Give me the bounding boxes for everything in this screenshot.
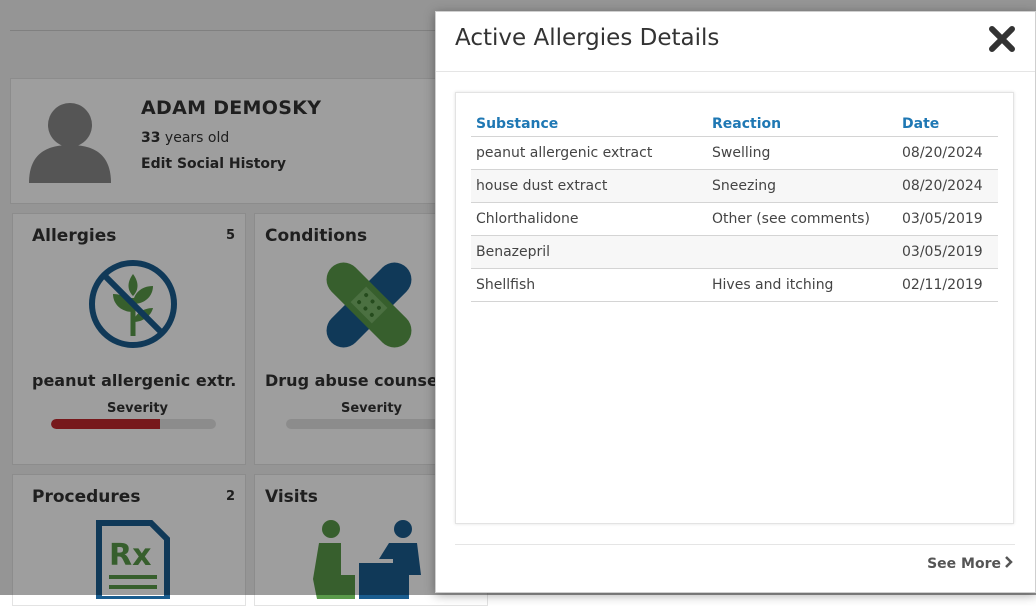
table-header-row: Substance Reaction Date	[471, 110, 998, 137]
column-header-date[interactable]: Date	[897, 110, 998, 137]
table-row[interactable]: Shellfish Hives and itching 02/11/2019	[471, 268, 998, 302]
cell-reaction: Hives and itching	[707, 268, 897, 302]
cell-substance: Shellfish	[471, 268, 707, 302]
modal-footer-divider	[455, 544, 1015, 545]
table-row[interactable]: Benazepril 03/05/2019	[471, 235, 998, 269]
table-row[interactable]: house dust extract Sneezing 08/20/2024	[471, 169, 998, 203]
cell-reaction: Other (see comments)	[707, 202, 897, 236]
table-row[interactable]: Chlorthalidone Other (see comments) 03/0…	[471, 202, 998, 236]
cell-reaction	[707, 235, 897, 269]
cell-substance: Benazepril	[471, 235, 707, 269]
cell-date: 08/20/2024	[897, 169, 998, 203]
cell-date: 02/11/2019	[897, 268, 998, 302]
modal-header: Active Allergies Details	[436, 12, 1035, 72]
allergies-table-panel: Substance Reaction Date peanut allergeni…	[455, 92, 1014, 524]
cell-substance: Chlorthalidone	[471, 202, 707, 236]
cell-substance: house dust extract	[471, 169, 707, 203]
column-header-substance[interactable]: Substance	[471, 110, 707, 137]
see-more-label: See More	[927, 556, 1001, 572]
cell-reaction: Swelling	[707, 136, 897, 170]
close-icon[interactable]	[987, 24, 1017, 54]
see-more-link[interactable]: See More	[927, 556, 1013, 572]
cell-date: 03/05/2019	[897, 235, 998, 269]
table-row[interactable]: peanut allergenic extract Swelling 08/20…	[471, 136, 998, 170]
allergies-table: Substance Reaction Date peanut allergeni…	[471, 110, 998, 302]
cell-reaction: Sneezing	[707, 169, 897, 203]
modal-title: Active Allergies Details	[455, 25, 720, 51]
column-header-reaction[interactable]: Reaction	[707, 110, 897, 137]
chevron-right-icon	[1005, 556, 1013, 568]
cell-date: 03/05/2019	[897, 202, 998, 236]
cell-substance: peanut allergenic extract	[471, 136, 707, 170]
allergies-modal: Active Allergies Details Substance React…	[435, 11, 1036, 593]
cell-date: 08/20/2024	[897, 136, 998, 170]
